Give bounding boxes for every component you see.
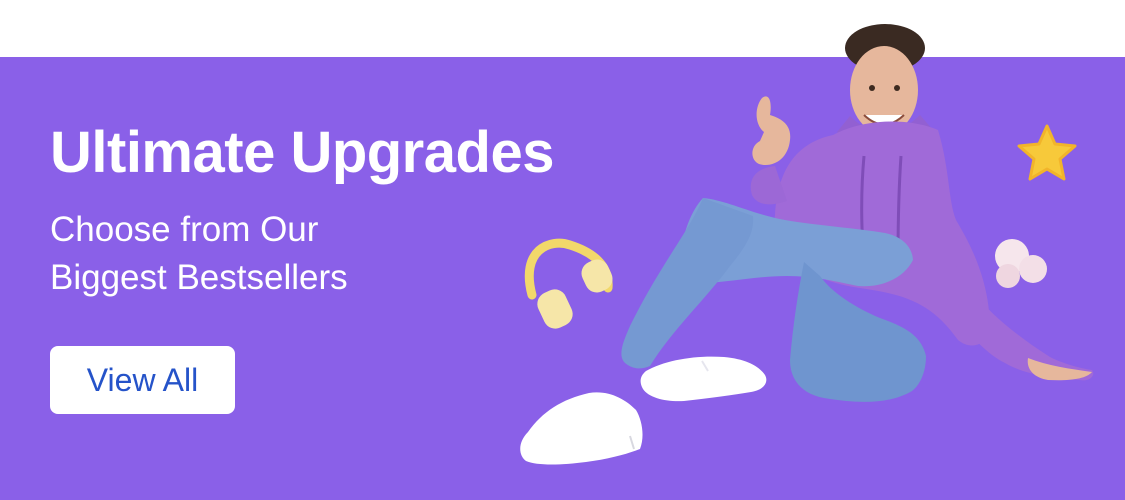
banner-artwork bbox=[520, 24, 1094, 465]
cloud-icon bbox=[995, 239, 1047, 288]
view-all-button[interactable]: View All bbox=[50, 346, 235, 414]
headphones-icon bbox=[524, 238, 613, 329]
banner-headline: Ultimate Upgrades bbox=[50, 120, 554, 185]
subheadline-line-1: Choose from Our bbox=[50, 210, 319, 249]
subheadline-line-2: Biggest Bestsellers bbox=[50, 258, 348, 297]
banner-subheadline: Choose from Our Biggest Bestsellers bbox=[50, 206, 470, 302]
star-icon bbox=[1017, 124, 1077, 181]
promo-banner: Ultimate Upgrades Choose from Our Bigges… bbox=[0, 0, 1125, 500]
